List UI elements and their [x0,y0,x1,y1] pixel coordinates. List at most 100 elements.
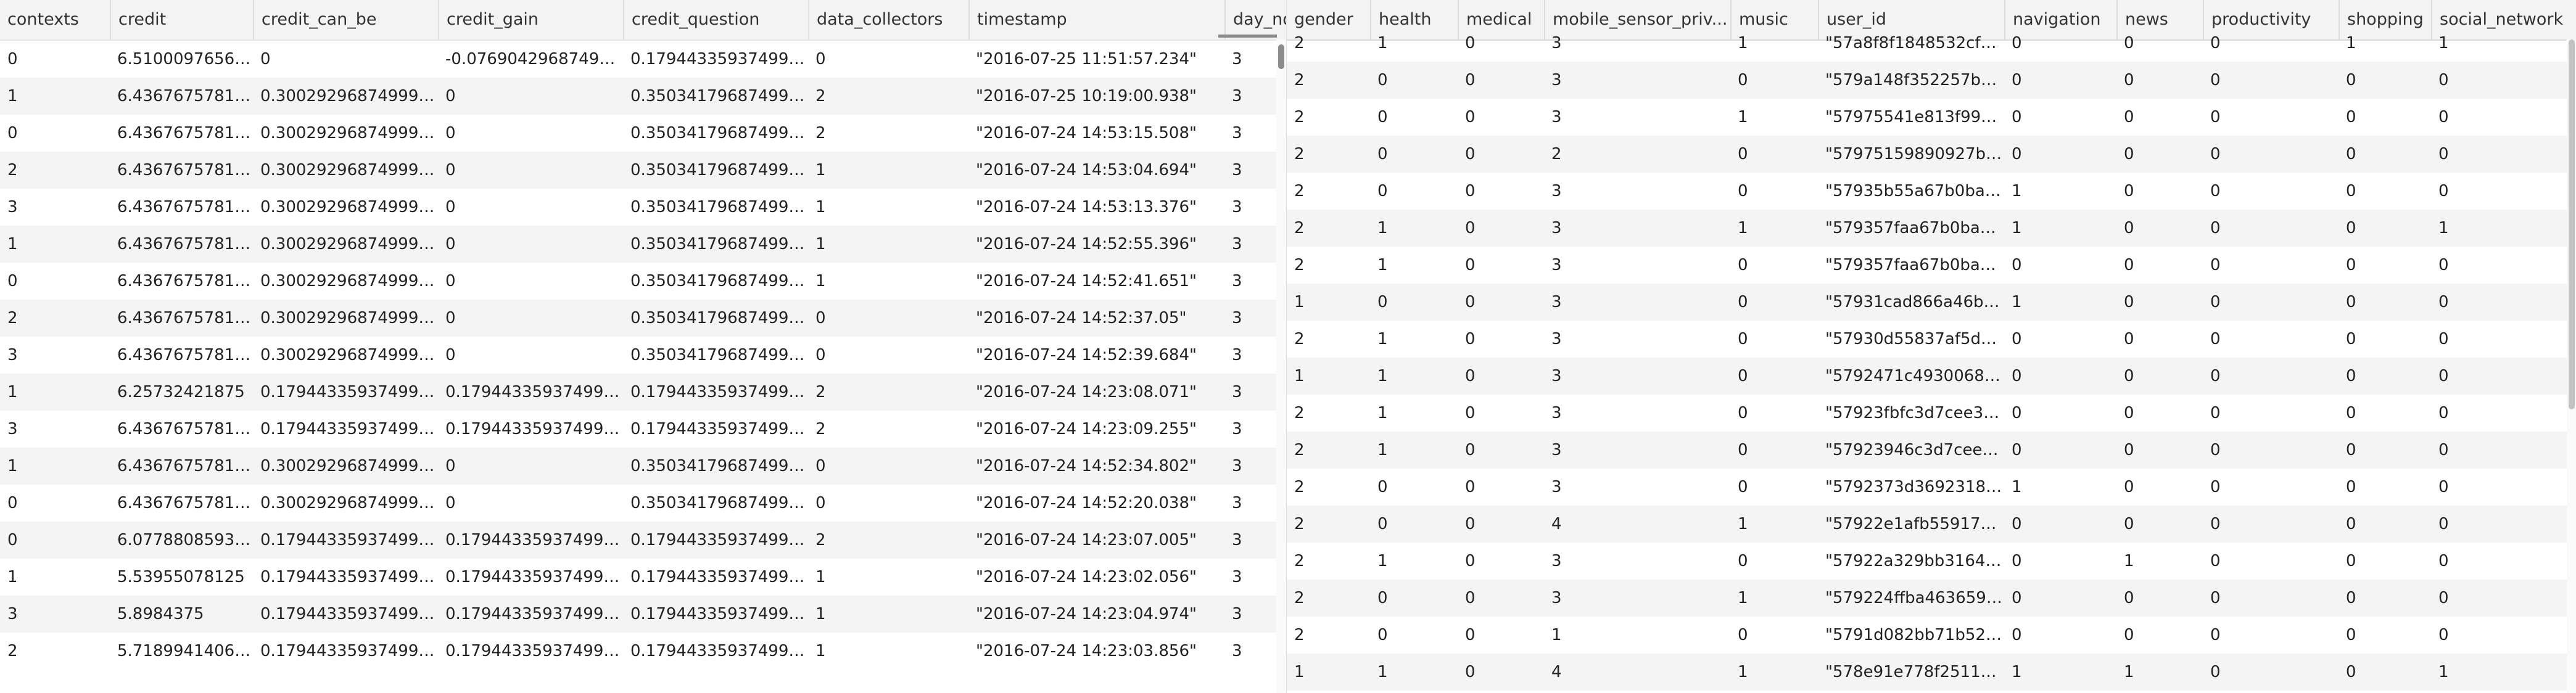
cell-social-network[interactable]: 0 [2431,62,2576,99]
table-row[interactable]: 3 6.436767578125 0.30029296874999994 0 0.350… [0,337,1286,374]
cell-gender[interactable]: 2 [1287,506,1370,543]
table-row[interactable]: 1 6.436767578125 0.30029296874999994 0 0.350… [0,78,1286,115]
cell-health[interactable]: 1 [1370,654,1458,691]
cell-music[interactable]: 0 [1730,617,1818,654]
cell-credit-can-be[interactable]: 0.30029296874999994 [253,226,438,263]
cell-shopping[interactable]: 0 [2339,543,2431,580]
cell-navigation[interactable]: 1 [2004,654,2116,691]
cell-timestamp[interactable]: "2016-07-24 14:53:13.376" [968,189,1224,226]
cell-news[interactable]: 0 [2116,99,2203,136]
cell-medical[interactable]: 0 [1458,210,1544,247]
cell-navigation[interactable]: 1 [2004,469,2116,506]
cell-shopping[interactable]: 0 [2339,62,2431,99]
cell-news[interactable]: 0 [2116,358,2203,395]
cell-credit[interactable]: 6.436767578125 [110,226,253,263]
cell-mobile-sensor-priv[interactable]: 3 [1544,25,1730,62]
cell-credit-can-be[interactable]: 0.30029296874999994 [253,263,438,300]
cell-credit-can-be[interactable]: 0.30029296874999994 [253,189,438,226]
cell-productivity[interactable]: 0 [2203,506,2339,543]
cell-timestamp[interactable]: "2016-07-24 14:52:41.651" [968,263,1224,300]
cell-navigation[interactable]: 0 [2004,247,2116,284]
cell-timestamp[interactable]: "2016-07-24 14:52:20.038" [968,485,1224,522]
cell-news[interactable]: 0 [2116,210,2203,247]
cell-shopping[interactable]: 0 [2339,358,2431,395]
table-row[interactable]: 3 6.436767578125 0.30029296874999994 0 0.350… [0,189,1286,226]
cell-credit-question[interactable]: 0.35034179687499994 [623,226,808,263]
cell-gender[interactable]: 1 [1287,358,1370,395]
column-header-credit-gain[interactable]: credit_gain [438,0,623,39]
cell-navigation[interactable]: 0 [2004,617,2116,654]
cell-user-id[interactable]: "57922e1afb5591741... [1818,506,2004,543]
cell-user-id[interactable]: "57922a329bb316492... [1818,543,2004,580]
cell-productivity[interactable]: 0 [2203,136,2339,173]
cell-social-network[interactable]: 0 [2431,395,2576,432]
cell-contexts[interactable]: 1 [0,559,110,596]
cell-user-id[interactable]: "57930d55837af5db6... [1818,321,2004,358]
cell-mobile-sensor-priv[interactable]: 4 [1544,654,1730,691]
cell-contexts[interactable]: 2 [0,152,110,189]
cell-productivity[interactable]: 0 [2203,654,2339,691]
cell-medical[interactable]: 0 [1458,321,1544,358]
cell-credit[interactable]: 5.53955078125 [110,559,253,596]
table-row[interactable]: 2 1 0 3 0 "579357faa67b0ba32... 0 0 0 0 0 [1287,247,2576,284]
table-row[interactable]: 1 6.436767578125 0.30029296874999994 0 0.350… [0,448,1286,485]
cell-social-network[interactable]: 0 [2431,543,2576,580]
cell-social-network[interactable]: 0 [2431,469,2576,506]
cell-credit-can-be[interactable]: 0.30029296874999994 [253,115,438,152]
cell-productivity[interactable]: 0 [2203,247,2339,284]
cell-shopping[interactable]: 0 [2339,210,2431,247]
cell-data-collectors[interactable]: 2 [808,411,968,448]
cell-credit-can-be[interactable]: 0.30029296874999994 [253,152,438,189]
cell-productivity[interactable]: 0 [2203,358,2339,395]
cell-mobile-sensor-priv[interactable]: 3 [1544,62,1730,99]
table-row[interactable]: 2 0 0 3 0 "57935b55a67b0ba32... 1 0 0 0 0 [1287,173,2576,210]
cell-productivity[interactable]: 0 [2203,99,2339,136]
cell-medical[interactable]: 0 [1458,432,1544,469]
cell-timestamp[interactable]: "2016-07-24 14:52:34.802" [968,448,1224,485]
cell-health[interactable]: 1 [1370,395,1458,432]
table-row[interactable]: 2 0 0 1 0 "5791d082bb71b5202... 0 0 0 0 0 [1287,617,2576,654]
cell-credit-gain[interactable]: 0 [438,226,623,263]
cell-credit-gain[interactable]: 0.17944335937499994 [438,522,623,559]
cell-medical[interactable]: 0 [1458,506,1544,543]
cell-user-id[interactable]: "579224ffba4636590... [1818,580,2004,617]
cell-shopping[interactable]: 0 [2339,654,2431,691]
cell-medical[interactable]: 0 [1458,99,1544,136]
cell-credit[interactable]: 6.436767578125 [110,263,253,300]
cell-gender[interactable]: 2 [1287,25,1370,62]
cell-navigation[interactable]: 0 [2004,358,2116,395]
cell-credit-question[interactable]: 0.35034179687499994 [623,152,808,189]
cell-data-collectors[interactable]: 1 [808,226,968,263]
table-row[interactable]: 2 0 0 4 1 "57922e1afb5591741... 0 0 0 0 0 [1287,506,2576,543]
cell-timestamp[interactable]: "2016-07-24 14:23:02.056" [968,559,1224,596]
cell-social-network[interactable]: 0 [2431,284,2576,321]
cell-medical[interactable]: 0 [1458,617,1544,654]
cell-user-id[interactable]: "57931cad866a46bd5... [1818,284,2004,321]
cell-social-network[interactable]: 0 [2431,506,2576,543]
column-header-credit[interactable]: credit [110,0,253,39]
cell-news[interactable]: 0 [2116,432,2203,469]
cell-credit-question[interactable]: 0.35034179687499994 [623,189,808,226]
cell-medical[interactable]: 0 [1458,284,1544,321]
cell-credit-gain[interactable]: 0.17944335937499994 [438,633,623,670]
cell-social-network[interactable]: 0 [2431,358,2576,395]
cell-credit-can-be[interactable]: 0.30029296874999994 [253,485,438,522]
cell-gender[interactable]: 2 [1287,543,1370,580]
cell-mobile-sensor-priv[interactable]: 3 [1544,321,1730,358]
cell-health[interactable]: 1 [1370,321,1458,358]
cell-navigation[interactable]: 0 [2004,321,2116,358]
cell-music[interactable]: 0 [1730,543,1818,580]
cell-credit[interactable]: 6.436767578125 [110,300,253,337]
cell-navigation[interactable]: 1 [2004,173,2116,210]
cell-music[interactable]: 1 [1730,25,1818,62]
cell-social-network[interactable]: 1 [2431,25,2576,62]
cell-health[interactable]: 0 [1370,580,1458,617]
cell-navigation[interactable]: 1 [2004,284,2116,321]
cell-music[interactable]: 0 [1730,173,1818,210]
cell-contexts[interactable]: 3 [0,411,110,448]
cell-mobile-sensor-priv[interactable]: 3 [1544,580,1730,617]
cell-timestamp[interactable]: "2016-07-24 14:23:04.974" [968,596,1224,633]
cell-credit-can-be[interactable]: 0.17944335937499994 [253,374,438,411]
table-row[interactable]: 1 0 0 3 0 "57931cad866a46bd5... 1 0 0 0 0 [1287,284,2576,321]
cell-mobile-sensor-priv[interactable]: 3 [1544,99,1730,136]
